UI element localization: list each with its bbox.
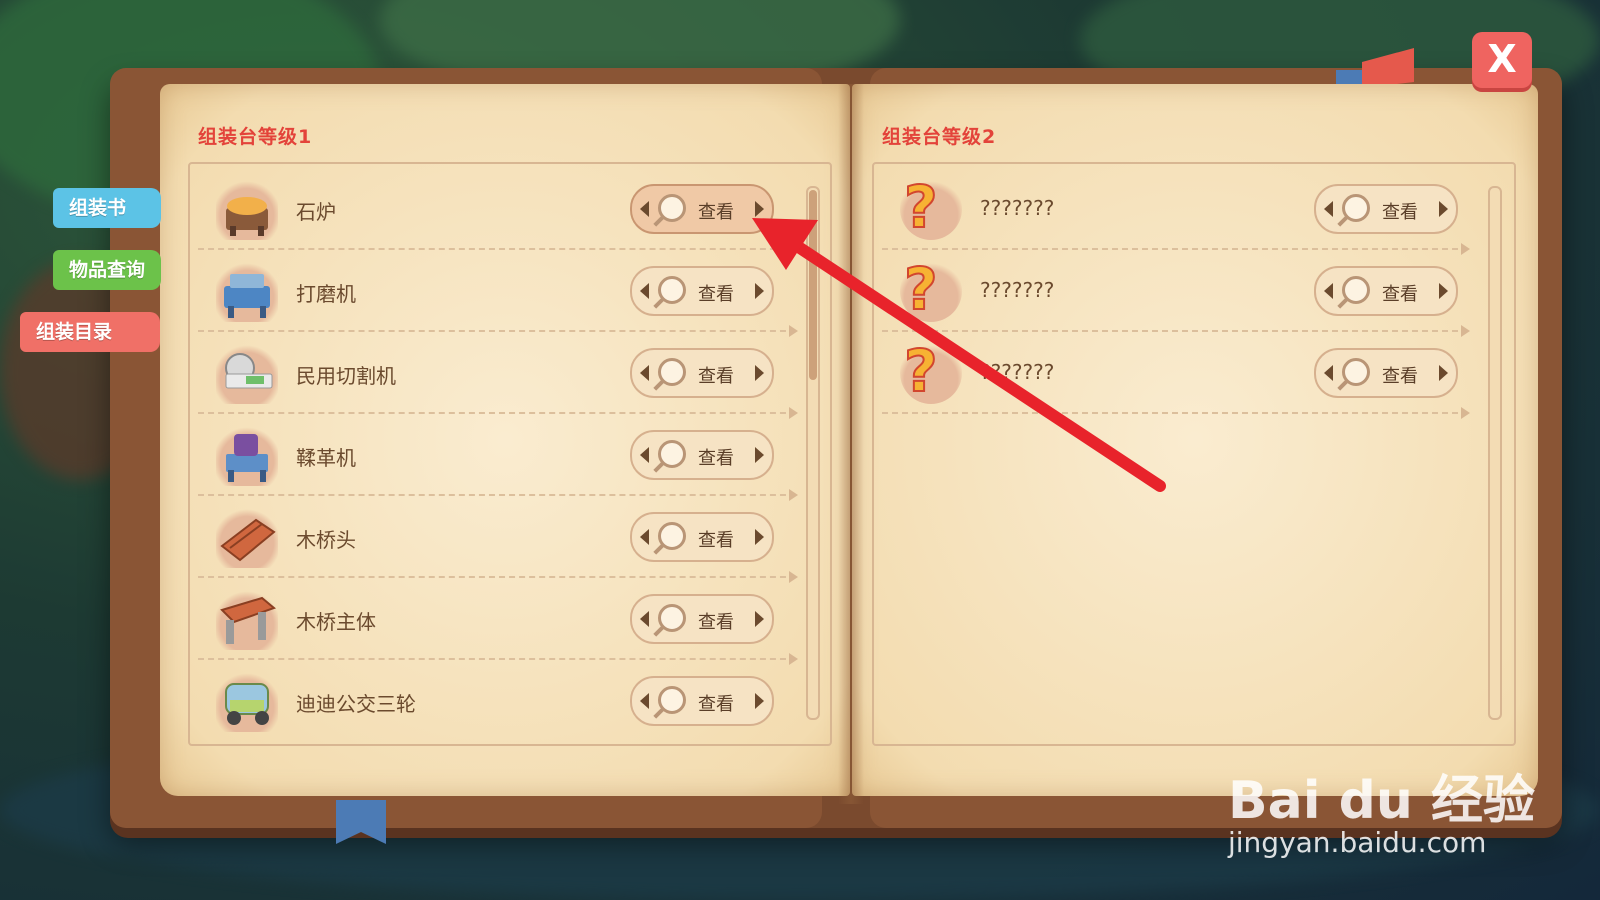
watermark-url: jingyan.baidu.com xyxy=(1228,826,1487,859)
watermark-logo: Bai du 经验 xyxy=(1228,771,1535,831)
